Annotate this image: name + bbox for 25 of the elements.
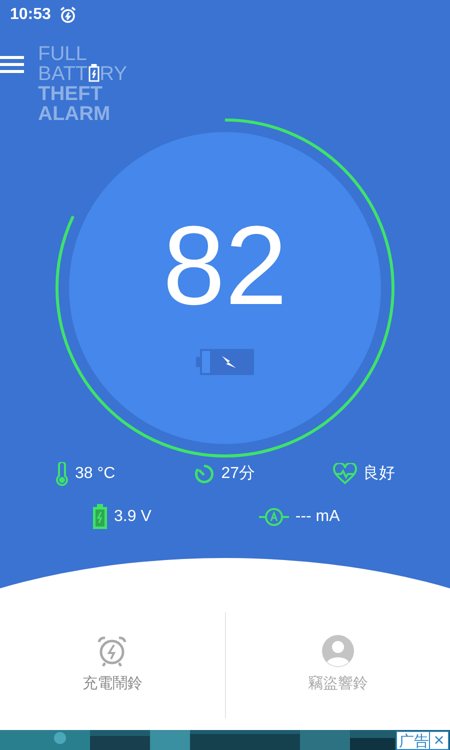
close-button[interactable]: ×: [429, 731, 449, 750]
stat-value: 38 °C: [75, 464, 116, 484]
status-time: 10:53: [10, 5, 51, 25]
stat-value: 良好: [363, 464, 395, 484]
logo-text: RY: [100, 64, 128, 84]
stat-value: 3.9 V: [114, 507, 152, 527]
ad-label: 广告: [396, 731, 432, 750]
stat-value: 27分: [221, 464, 255, 484]
battery-percentage: 82: [162, 210, 288, 322]
logo-text: ALARM: [38, 104, 112, 124]
alarm-clock-icon: [96, 634, 128, 667]
menu-icon[interactable]: [0, 56, 24, 74]
user-avatar-icon: [322, 634, 354, 667]
heart-pulse-icon: [333, 463, 357, 485]
battery-icon: [92, 504, 108, 530]
logo-text: THEFT: [38, 84, 104, 104]
timer-icon: [193, 463, 216, 485]
alarm-clock-icon: [58, 6, 77, 24]
thermometer-icon: [55, 462, 69, 486]
ammeter-icon: [259, 507, 290, 527]
charge-alarm-button[interactable]: 充電鬧鈴: [0, 612, 224, 718]
logo-text: FULL: [38, 44, 88, 64]
logo-text: BATT: [38, 64, 88, 84]
stat-value: --- mA: [295, 507, 340, 527]
battery-icon: [88, 64, 100, 82]
